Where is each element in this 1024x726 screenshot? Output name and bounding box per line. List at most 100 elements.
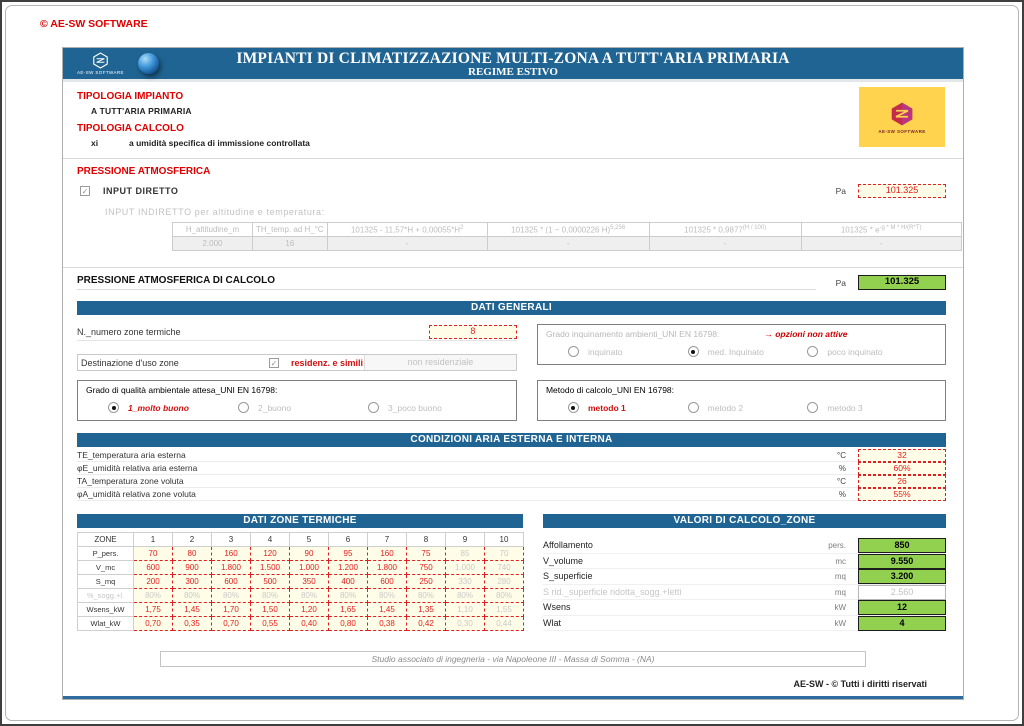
condizione-input-field[interactable]: 55% <box>858 488 946 501</box>
zone-cell[interactable]: 160 <box>212 547 251 561</box>
zone-cell[interactable]: 90 <box>290 547 329 561</box>
radio-button[interactable] <box>368 402 379 413</box>
radio-button <box>568 346 579 357</box>
zone-cell[interactable]: 500 <box>251 575 290 589</box>
destinazione-checkbox[interactable]: ✓ <box>269 358 279 368</box>
zone-cell[interactable]: 400 <box>329 575 368 589</box>
radio-option-label: metodo 3 <box>827 403 862 413</box>
zone-cell[interactable]: 0,80 <box>329 617 368 631</box>
zone-cell[interactable]: 600 <box>368 575 407 589</box>
zone-cell[interactable]: 0,38 <box>368 617 407 631</box>
tipologia-calcolo-value: a umidità specifica di immissione contro… <box>129 138 310 148</box>
zone-cell[interactable]: 1,35 <box>407 603 446 617</box>
radio-option-metodo-1[interactable]: metodo 1 <box>568 402 688 413</box>
zone-cell[interactable]: 1,70 <box>212 603 251 617</box>
radio-option-3-poco-buono[interactable]: 3_poco buono <box>368 402 498 413</box>
zone-cell[interactable]: 600 <box>212 575 251 589</box>
radio-button[interactable] <box>807 402 818 413</box>
radio-button[interactable] <box>108 402 119 413</box>
zone-cell[interactable]: 300 <box>173 575 212 589</box>
zone-cell[interactable]: 120 <box>251 547 290 561</box>
radio-button[interactable] <box>688 402 699 413</box>
zone-cell[interactable]: 600 <box>134 561 173 575</box>
zone-cell[interactable]: 160 <box>368 547 407 561</box>
valore-output: 9.550 <box>858 554 946 569</box>
zone-cell[interactable]: 0,70 <box>212 617 251 631</box>
zone-cell[interactable]: 1.800 <box>368 561 407 575</box>
zone-table-row: P_pers.70801601209095160758570 <box>78 547 524 561</box>
radio-option-2-buono[interactable]: 2_buono <box>238 402 368 413</box>
zone-column-header: 1 <box>134 533 173 547</box>
zone-column-header: 6 <box>329 533 368 547</box>
tipologia-calcolo-label: TIPOLOGIA CALCOLO <box>77 123 963 134</box>
studio-field[interactable]: Studio associato di ingegneria - via Nap… <box>160 651 866 667</box>
press-table-value: 2.000 <box>173 237 253 251</box>
zone-table-row: V_mc6009001.8001.5001.0001.2001.8007501.… <box>78 561 524 575</box>
zone-cell[interactable]: 0,70 <box>134 617 173 631</box>
radio-button[interactable] <box>238 402 249 413</box>
zone-row-label: Wsens_kW <box>78 603 134 617</box>
zone-column-header: 5 <box>290 533 329 547</box>
input-diretto-checkbox[interactable]: ✓ <box>80 186 90 196</box>
condizione-input-field[interactable]: 32 <box>858 449 946 462</box>
valore-row: S rid._superficie ridotta_sogg.+lettimq2… <box>543 585 946 601</box>
pressione-calcolo-row: PRESSIONE ATMOSFERICA DI CALCOLO Pa 101.… <box>63 267 963 297</box>
zone-cell[interactable]: 1,45 <box>368 603 407 617</box>
dati-generali-grid: N._numero zone termiche 8 Destinazione d… <box>77 324 946 371</box>
page-title: IMPIANTI DI CLIMATIZZAZIONE MULTI-ZONA A… <box>63 50 963 67</box>
zone-cell[interactable]: 0,42 <box>407 617 446 631</box>
valore-unit: mq <box>835 588 846 597</box>
zone-cell[interactable]: 95 <box>329 547 368 561</box>
zone-cell[interactable]: 0,55 <box>251 617 290 631</box>
numero-zone-field[interactable]: 8 <box>429 325 517 339</box>
condizione-input-field[interactable]: 60% <box>858 462 946 475</box>
zone-cell[interactable]: 1.500 <box>251 561 290 575</box>
zone-cell[interactable]: 250 <box>407 575 446 589</box>
zone-cell[interactable]: 1,20 <box>290 603 329 617</box>
badge-hexagon-icon <box>889 101 915 127</box>
condizione-input-field[interactable]: 26 <box>858 475 946 488</box>
zone-table-wrap: DATI ZONE TERMICHE ZONE12345678910P_pers… <box>77 514 523 631</box>
zone-cell[interactable]: 1,45 <box>173 603 212 617</box>
radio-option-metodo-2[interactable]: metodo 2 <box>688 402 808 413</box>
zone-cell[interactable]: 1.800 <box>212 561 251 575</box>
valore-output: 4 <box>858 616 946 631</box>
zone-cell[interactable]: 70 <box>134 547 173 561</box>
zone-cell[interactable]: 0,35 <box>173 617 212 631</box>
zone-table: ZONE12345678910P_pers.708016012090951607… <box>77 532 524 631</box>
page-subtitle: REGIME ESTIVO <box>63 67 963 78</box>
header-bar: AE-SW SOFTWARE IMPIANTI DI CLIMATIZZAZIO… <box>63 48 963 82</box>
valore-row: Affollamentopers.850 <box>543 538 946 554</box>
radio-option-label: med. Inquinato <box>708 347 764 357</box>
zone-cell[interactable]: 1.000 <box>290 561 329 575</box>
zone-cell[interactable]: 750 <box>407 561 446 575</box>
input-indiretto-label: INPUT INDIRETTO per altitudine e tempera… <box>105 207 963 217</box>
zone-cell[interactable]: 80 <box>173 547 212 561</box>
zone-cell: 80% <box>329 589 368 603</box>
zone-cell[interactable]: 900 <box>173 561 212 575</box>
radio-option-metodo-3[interactable]: metodo 3 <box>807 402 927 413</box>
zone-column-header: 7 <box>368 533 407 547</box>
zone-cell[interactable]: 1,65 <box>329 603 368 617</box>
zone-cell[interactable]: 200 <box>134 575 173 589</box>
pressione-input-field[interactable]: 101.325 <box>858 184 946 198</box>
radio-option-1-molto-buono[interactable]: 1_molto buono <box>108 402 238 413</box>
radio-button[interactable] <box>568 402 579 413</box>
condizioni-bar: CONDIZIONI ARIA ESTERNA E INTERNA <box>77 433 946 447</box>
zone-cell: 80% <box>251 589 290 603</box>
zone-cell: 80% <box>212 589 251 603</box>
zone-row-label: Wlat_kW <box>78 617 134 631</box>
zone-column-header: 2 <box>173 533 212 547</box>
pressione-title: PRESSIONE ATMOSFERICA <box>77 166 963 177</box>
zone-cell[interactable]: 350 <box>290 575 329 589</box>
zone-cell[interactable]: 1,75 <box>134 603 173 617</box>
press-table-value: - <box>649 237 801 251</box>
input-diretto-unit: Pa <box>836 186 846 196</box>
section-condizioni: CONDIZIONI ARIA ESTERNA E INTERNA TE_tem… <box>77 433 946 501</box>
destinazione-label: Destinazione d'uso zone <box>78 358 266 368</box>
zone-cell[interactable]: 0,40 <box>290 617 329 631</box>
zone-cell[interactable]: 75 <box>407 547 446 561</box>
press-table-header: 101325 - 11,57*H + 0,00055*H2 <box>327 223 487 237</box>
zone-cell[interactable]: 1,50 <box>251 603 290 617</box>
zone-cell[interactable]: 1.200 <box>329 561 368 575</box>
